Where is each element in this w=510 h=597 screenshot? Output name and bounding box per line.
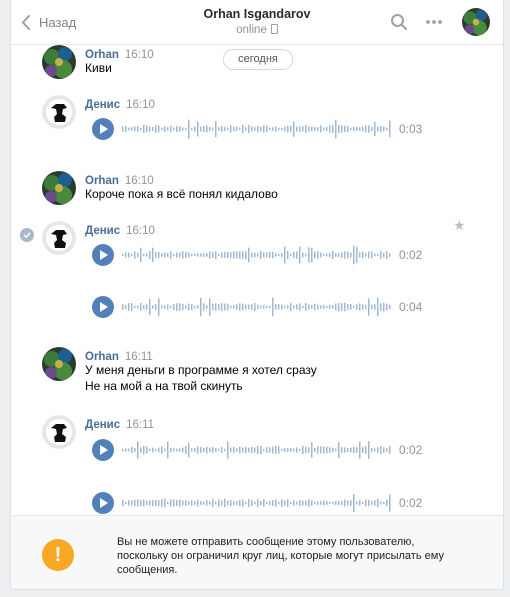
avatar[interactable] [42,171,76,205]
phone-icon [270,24,278,34]
message-text: Короче пока я всё понял кидалово [85,187,278,201]
message-time[interactable]: 16:10 [125,49,154,61]
voice-message[interactable]: 0:02 [92,244,432,266]
avatar[interactable] [42,347,76,381]
play-button[interactable] [92,439,114,461]
voice-message[interactable]: 0:02 [92,439,432,461]
status-text: online [236,24,267,36]
message-meta: Денис 16:10 [85,221,155,237]
voice-message[interactable]: 0:03 [92,118,432,140]
warning-icon: ! [42,539,74,571]
message-text-line: У меня деньги в программе я хотел сразу [85,363,317,377]
waveform[interactable] [122,493,392,513]
waveform[interactable] [122,440,392,460]
message-meta: Orhan 16:11 [85,347,153,363]
author-name[interactable]: Денис [85,419,120,431]
more-button[interactable] [425,13,443,36]
peer-avatar[interactable] [462,8,490,36]
waveform[interactable] [122,297,392,317]
message-meta: Денис 16:11 [85,415,154,431]
message-time[interactable]: 16:10 [126,225,155,237]
message-text-line: Не на мой а на твой скинуть [85,379,243,393]
waveform[interactable] [122,245,392,265]
chat-header: Назад Orhan Isgandarov online [11,0,503,45]
play-button[interactable] [92,296,114,318]
message-time[interactable]: 16:10 [126,99,155,111]
voice-duration: 0:03 [399,122,423,136]
message-meta: Orhan 16:10 [85,45,154,61]
voice-message[interactable]: 0:02 [92,492,432,514]
avatar[interactable] [42,95,76,129]
selected-check-icon[interactable] [20,228,34,242]
notice-text: Вы не можете отправить сообщение этому п… [117,536,444,576]
avatar[interactable] [42,415,76,449]
more-icon [426,20,442,24]
message-text: Киви [85,61,112,75]
play-button[interactable] [92,492,114,514]
message-time[interactable]: 16:11 [126,419,154,431]
message-history[interactable]: сегодня Orhan 16:10 Киви Денис 16:10 0:03 … [11,45,503,515]
voice-duration: 0:02 [399,443,423,457]
voice-message[interactable]: 0:04 [92,296,432,318]
chat-window: Назад Orhan Isgandarov online сегодня Or… [10,0,504,590]
play-button[interactable] [92,244,114,266]
avatar[interactable] [42,221,76,255]
avatar[interactable] [42,45,76,79]
message-meta: Orhan 16:10 [85,171,154,187]
voice-duration: 0:02 [399,248,423,262]
search-button[interactable] [390,13,408,36]
voice-duration: 0:04 [399,300,423,314]
waveform[interactable] [122,119,392,139]
play-button[interactable] [92,118,114,140]
message-meta: Денис 16:10 [85,95,155,111]
search-icon [391,14,407,30]
star-icon[interactable]: ★ [453,218,466,232]
date-divider: сегодня [223,49,293,70]
write-restricted-notice: ! Вы не можете отправить сообщение этому… [11,515,503,589]
voice-duration: 0:02 [399,496,423,510]
author-name[interactable]: Денис [85,99,120,111]
author-name[interactable]: Денис [85,225,120,237]
